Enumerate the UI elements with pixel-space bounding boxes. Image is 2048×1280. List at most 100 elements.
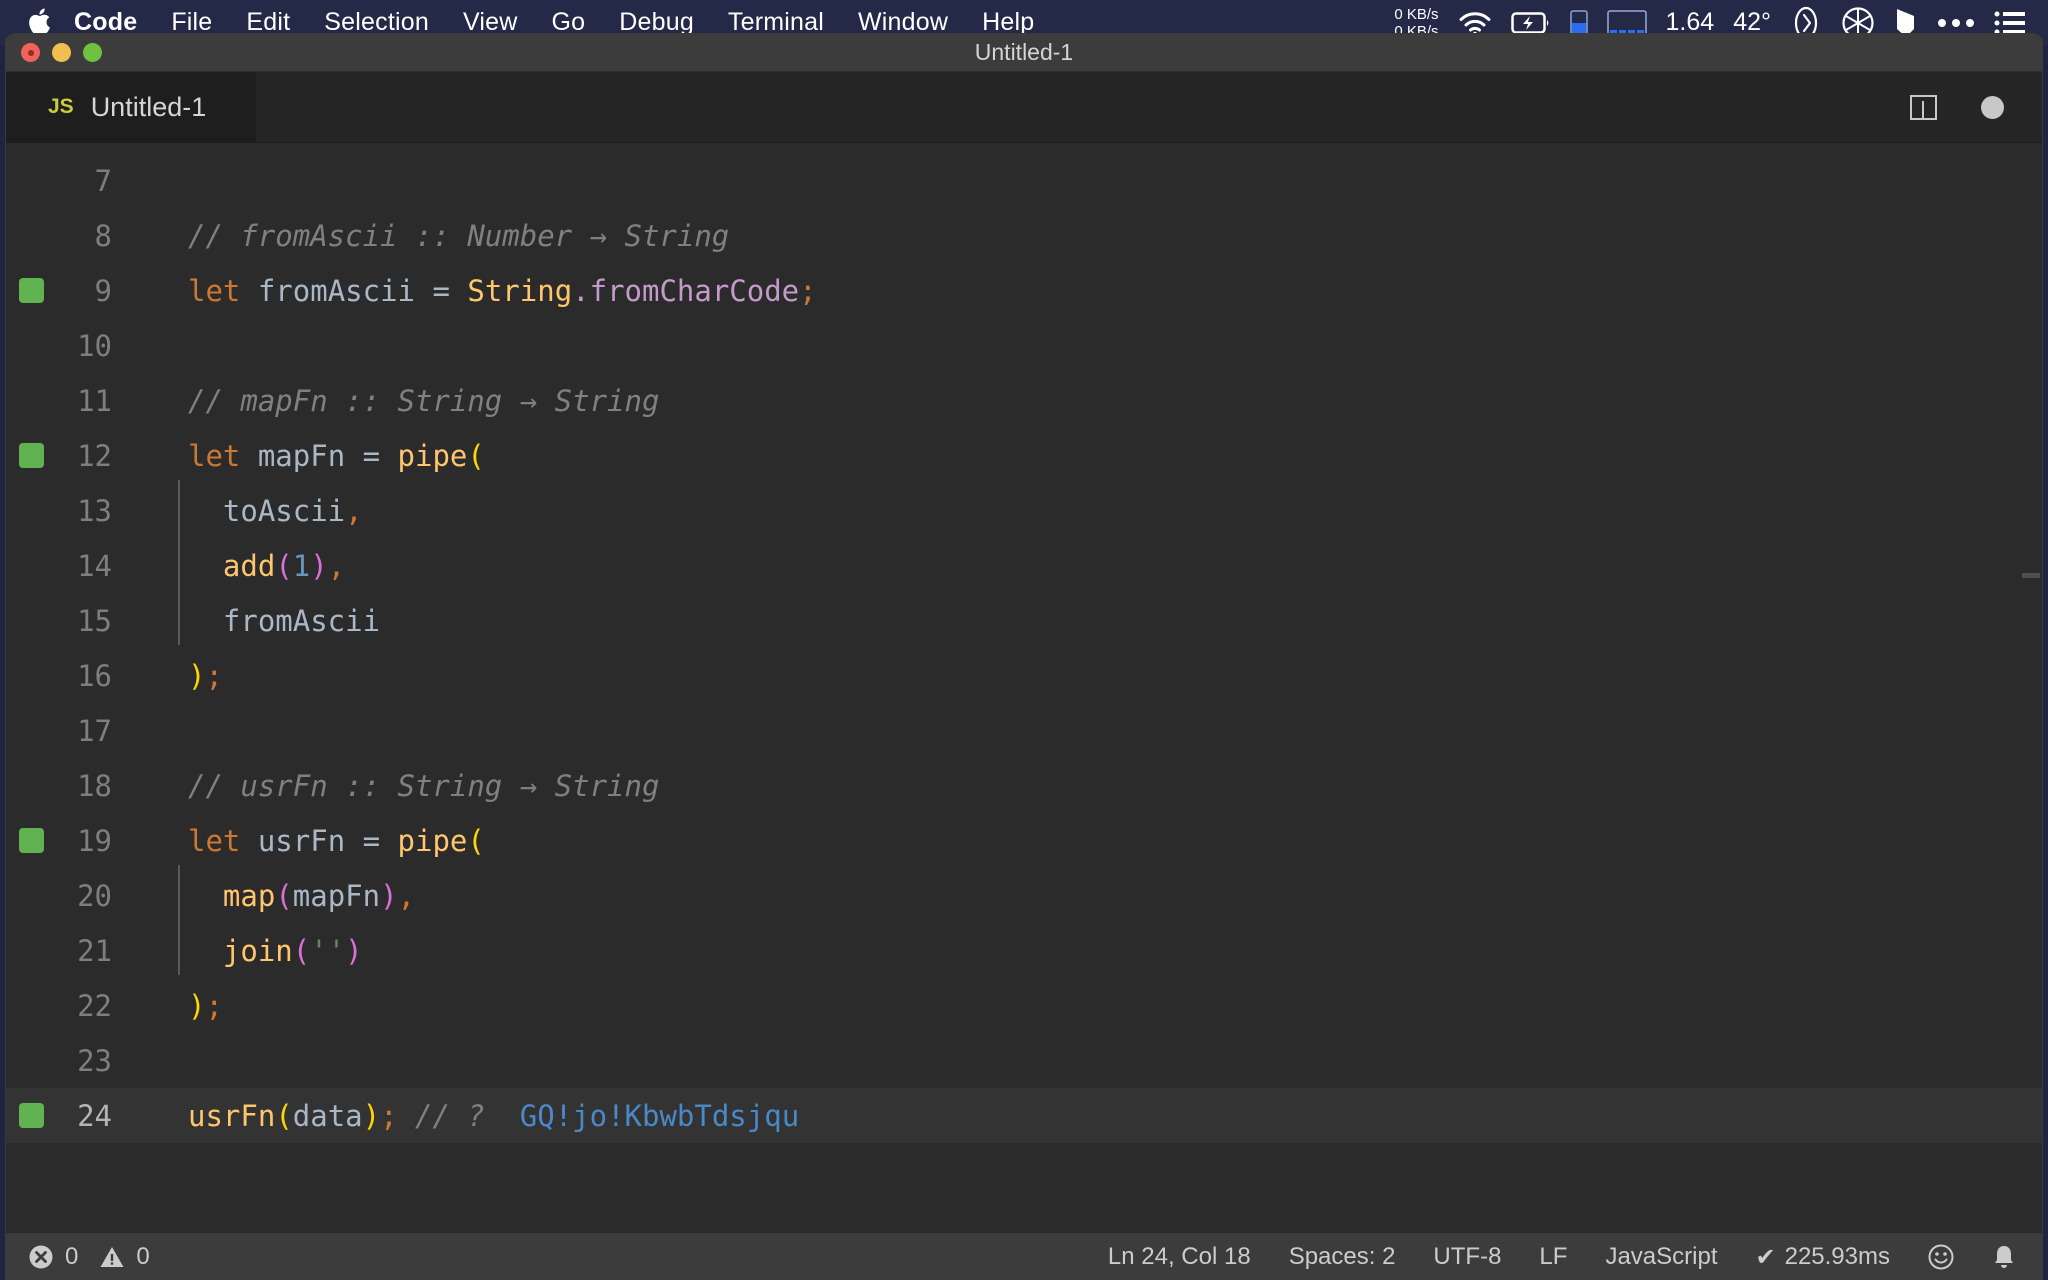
- split-editor-icon[interactable]: [1910, 95, 1937, 120]
- code-line[interactable]: 18 // usrFn :: String → String: [6, 758, 2042, 813]
- code-line[interactable]: 9let fromAscii = String.fromCharCode;: [6, 263, 2042, 318]
- battery-charging-icon[interactable]: [1511, 11, 1551, 35]
- code-token: fromAscii: [188, 604, 380, 638]
- code-token: // ?: [415, 1099, 520, 1133]
- code-token: fromCharCode: [590, 274, 800, 308]
- unsaved-indicator-dot[interactable]: [1981, 96, 2004, 119]
- ellipsis-icon[interactable]: [1937, 17, 1975, 29]
- code-line[interactable]: 10: [6, 318, 2042, 373]
- menu-items: Code File Edit Selection View Go Debug T…: [74, 8, 1034, 37]
- code-token: =: [363, 439, 380, 473]
- cpu-gauge-icon[interactable]: [1607, 10, 1647, 36]
- code-token: pipe: [398, 439, 468, 473]
- breakpoint-marker-icon[interactable]: [19, 278, 44, 303]
- code-line[interactable]: 13 toAscii,: [6, 483, 2042, 538]
- encoding-setting[interactable]: UTF-8: [1433, 1243, 1501, 1271]
- warning-count: 0: [136, 1243, 149, 1271]
- code-text: );: [128, 659, 223, 693]
- code-line[interactable]: 19let usrFn = pipe(: [6, 813, 2042, 868]
- editor-scrollbar[interactable]: [2022, 573, 2040, 578]
- error-circle-icon: [28, 1244, 54, 1270]
- system-load-value: 1.64: [1666, 8, 1715, 37]
- code-line[interactable]: 22);: [6, 978, 2042, 1033]
- code-token: (: [275, 1099, 292, 1133]
- temperature-value: 42°: [1733, 8, 1771, 37]
- apple-logo-icon[interactable]: [26, 8, 52, 38]
- breakpoint-marker-icon[interactable]: [19, 1103, 44, 1128]
- control-center-list-icon[interactable]: [1994, 10, 2026, 36]
- line-number: 18: [6, 769, 128, 803]
- code-lines-container: 78// fromAscii :: Number → String9let fr…: [6, 153, 2042, 1143]
- code-line[interactable]: 24usrFn(data); // ? GQ!jo!KbwbTdsjqu: [6, 1088, 2042, 1143]
- code-token: '': [310, 934, 345, 968]
- code-token: [188, 549, 223, 583]
- status-bar: 0 0 Ln 24, Col 18 Spaces: 2 UTF-8 LF Jav…: [6, 1233, 2042, 1280]
- tab-untitled-1[interactable]: JS Untitled-1: [6, 72, 256, 142]
- menu-item-window[interactable]: Window: [858, 8, 948, 37]
- code-line[interactable]: 23: [6, 1033, 2042, 1088]
- code-line[interactable]: 7: [6, 153, 2042, 208]
- code-token: pipe: [398, 824, 468, 858]
- code-token: // usrFn :: String → String: [188, 769, 659, 803]
- menu-item-go[interactable]: Go: [552, 8, 586, 37]
- code-token: ;: [205, 659, 222, 693]
- line-number: 20: [6, 879, 128, 913]
- menu-item-file[interactable]: File: [171, 8, 212, 37]
- breakpoint-marker-icon[interactable]: [19, 828, 44, 853]
- indentation-setting[interactable]: Spaces: 2: [1289, 1243, 1396, 1271]
- window-title-bar: Untitled-1: [6, 34, 2042, 72]
- code-line[interactable]: 20 map(mapFn),: [6, 868, 2042, 923]
- menu-item-edit[interactable]: Edit: [246, 8, 290, 37]
- runtime-check-icon: ✔: [1755, 1243, 1775, 1272]
- quokka-runtime-status[interactable]: ✔ 225.93ms: [1755, 1243, 1890, 1272]
- line-number: 23: [6, 1044, 128, 1078]
- code-token: ): [310, 549, 327, 583]
- breakpoint-marker-icon[interactable]: [19, 443, 44, 468]
- code-token: data: [293, 1099, 363, 1133]
- status-bar-problems[interactable]: 0 0: [28, 1243, 150, 1271]
- status-bar-right: Ln 24, Col 18 Spaces: 2 UTF-8 LF JavaScr…: [1108, 1243, 2016, 1272]
- code-token: let: [188, 274, 240, 308]
- language-mode[interactable]: JavaScript: [1605, 1243, 1717, 1271]
- code-text: // fromAscii :: Number → String: [128, 219, 729, 253]
- warning-triangle-icon: [99, 1244, 125, 1270]
- menu-item-debug[interactable]: Debug: [619, 8, 694, 37]
- code-token: String: [467, 274, 572, 308]
- wifi-icon[interactable]: [1458, 10, 1492, 36]
- menu-item-code[interactable]: Code: [74, 8, 137, 37]
- code-line[interactable]: 17: [6, 703, 2042, 758]
- bell-icon[interactable]: [1992, 1244, 2016, 1271]
- menu-item-view[interactable]: View: [463, 8, 518, 37]
- code-line[interactable]: 8// fromAscii :: Number → String: [6, 208, 2042, 263]
- menu-item-selection[interactable]: Selection: [324, 8, 429, 37]
- line-number: 7: [6, 164, 128, 198]
- code-token: .: [572, 274, 589, 308]
- code-line[interactable]: 21 join(''): [6, 923, 2042, 978]
- code-text: add(1),: [128, 549, 345, 583]
- code-text: let usrFn = pipe(: [128, 824, 485, 858]
- code-text: join(''): [128, 934, 363, 968]
- menu-item-help[interactable]: Help: [982, 8, 1034, 37]
- code-token: (: [293, 934, 310, 968]
- code-token: usrFn: [240, 824, 362, 858]
- cursor-position[interactable]: Ln 24, Col 18: [1108, 1243, 1251, 1271]
- code-token: [380, 824, 397, 858]
- menu-item-terminal[interactable]: Terminal: [728, 8, 824, 37]
- code-line[interactable]: 16);: [6, 648, 2042, 703]
- code-token: ): [363, 1099, 380, 1133]
- smiley-icon[interactable]: [1928, 1244, 1954, 1270]
- eol-setting[interactable]: LF: [1539, 1243, 1567, 1271]
- code-token: map: [223, 879, 275, 913]
- code-line[interactable]: 15 fromAscii: [6, 593, 2042, 648]
- editor-tab-bar: JS Untitled-1: [6, 72, 2042, 143]
- code-token: ,: [398, 879, 415, 913]
- line-number: 22: [6, 989, 128, 1023]
- code-line[interactable]: 11// mapFn :: String → String: [6, 373, 2042, 428]
- code-line[interactable]: 14 add(1),: [6, 538, 2042, 593]
- editor-actions: [1910, 72, 2042, 142]
- code-token: =: [432, 274, 449, 308]
- code-token: ;: [799, 274, 816, 308]
- memory-gauge-icon[interactable]: [1570, 10, 1588, 36]
- code-line[interactable]: 12let mapFn = pipe(: [6, 428, 2042, 483]
- code-editor[interactable]: 78// fromAscii :: Number → String9let fr…: [6, 143, 2042, 1233]
